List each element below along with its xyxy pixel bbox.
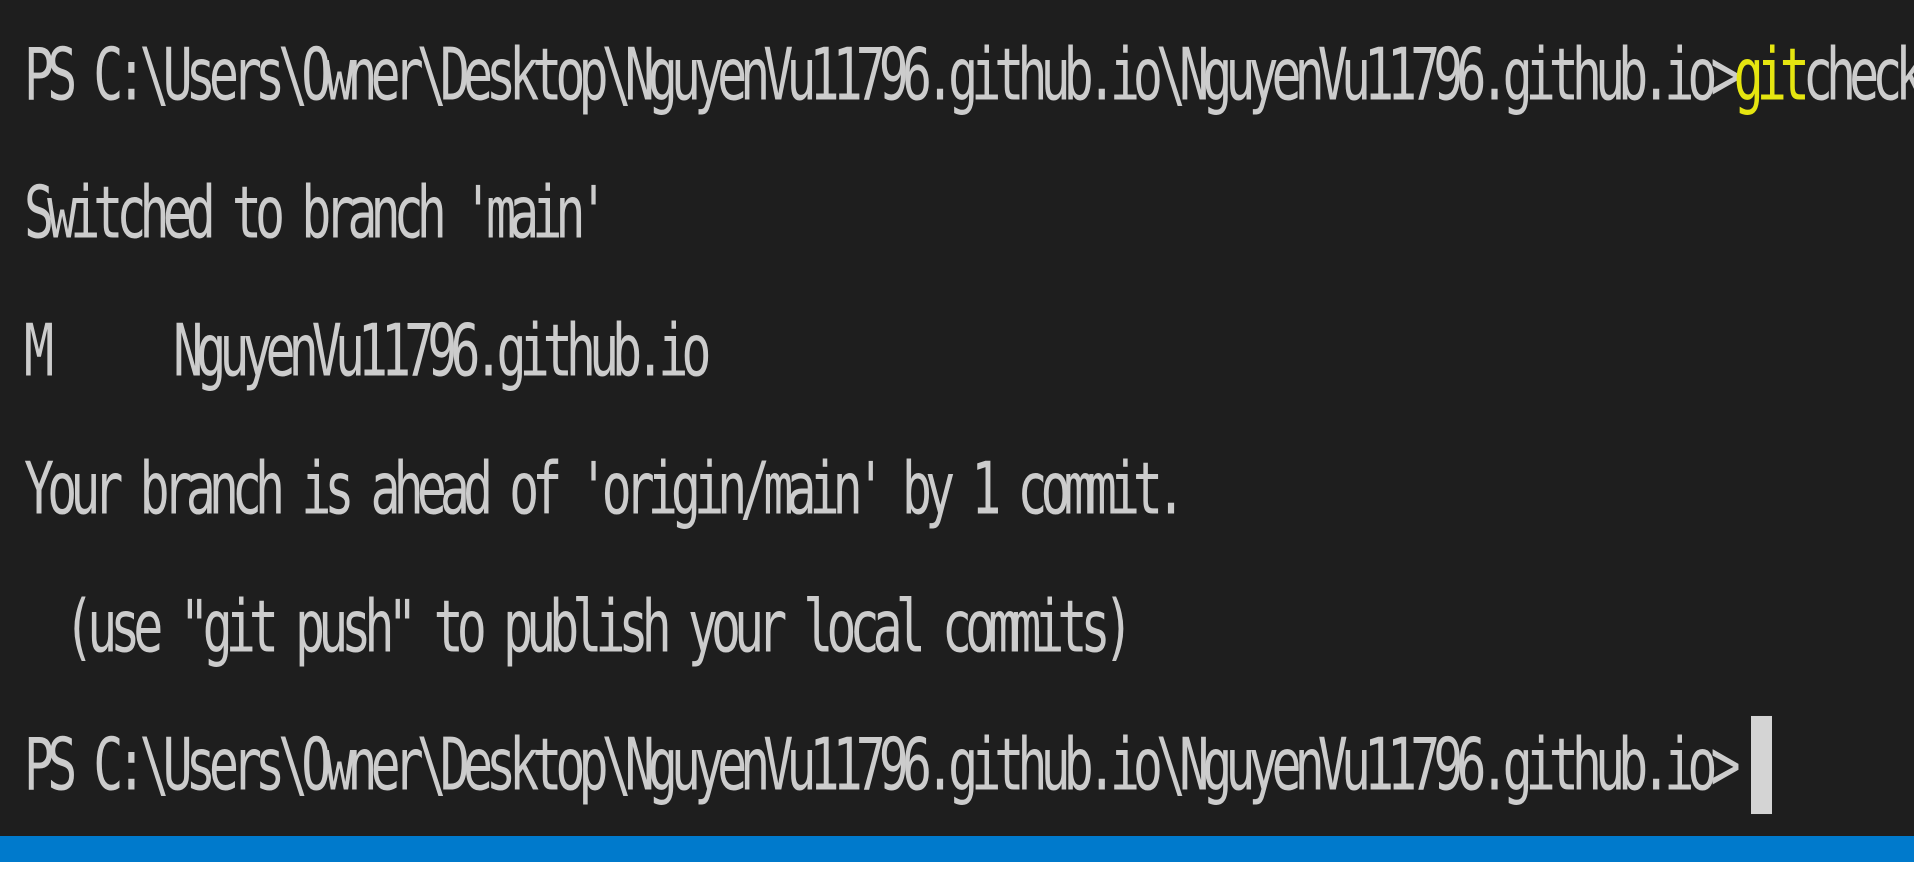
terminal-output: PS C:\Users\Owner\Desktop\NguyenVu11796.… <box>24 6 1914 836</box>
status-bar <box>0 836 1914 862</box>
file-status: M <box>24 308 54 394</box>
file-path: NguyenVu11796.github.io <box>173 308 711 394</box>
git-command-name: git <box>1733 32 1810 118</box>
terminal-panel[interactable]: PS C:\Users\Owner\Desktop\NguyenVu11796.… <box>0 0 1914 836</box>
terminal-prompt: PS C:\Users\Owner\Desktop\NguyenVu11796.… <box>24 722 1741 808</box>
terminal-cursor <box>1750 715 1772 815</box>
git-command-args: checkout main <box>1802 32 1914 118</box>
screen: PS C:\Users\Owner\Desktop\NguyenVu11796.… <box>0 0 1914 882</box>
terminal-input-line[interactable]: PS C:\Users\Owner\Desktop\NguyenVu11796.… <box>24 665 1904 836</box>
terminal-prompt: PS C:\Users\Owner\Desktop\NguyenVu11796.… <box>24 32 1741 118</box>
